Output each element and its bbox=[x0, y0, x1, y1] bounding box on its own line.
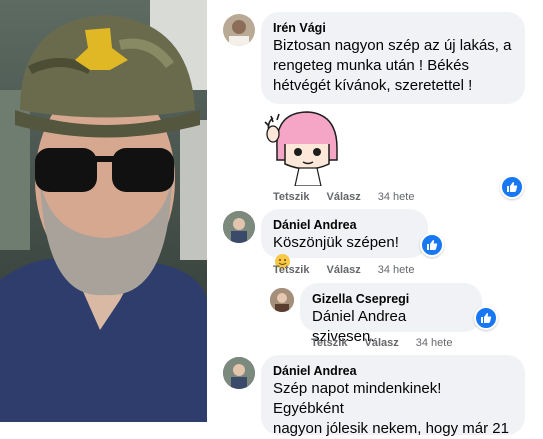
comment-author[interactable]: Gizella Csepregi bbox=[312, 291, 470, 307]
like-reaction-badge[interactable] bbox=[500, 175, 524, 199]
man-with-cap-photo bbox=[0, 0, 207, 422]
reply-link[interactable]: Válasz bbox=[364, 337, 398, 349]
waving-girl-sticker[interactable] bbox=[263, 104, 343, 187]
comment-bubble: Gizella Csepregi Dániel Andrea szivesen. bbox=[300, 283, 482, 345]
thumbs-up-icon bbox=[507, 182, 518, 192]
avatar-image bbox=[270, 288, 294, 312]
comment-actions: Tetszik Válasz 34 hete bbox=[273, 264, 414, 276]
comment-time[interactable]: 34 hete bbox=[378, 264, 415, 276]
reply-link[interactable]: Válasz bbox=[326, 264, 360, 276]
profile-photo[interactable] bbox=[0, 0, 207, 422]
thumbs-up-icon bbox=[427, 240, 438, 250]
comment-bubble: Dániel Andrea Szép napot mindenkinek! Eg… bbox=[261, 355, 525, 437]
avatar-image bbox=[223, 357, 255, 389]
comment-author[interactable]: Dániel Andrea bbox=[273, 217, 416, 233]
avatar[interactable] bbox=[223, 211, 255, 243]
comment-actions: Tetszik Válasz 34 hete bbox=[311, 337, 452, 349]
avatar[interactable] bbox=[223, 14, 255, 46]
comment-bubble: Dániel Andrea Köszönjük szépen! bbox=[261, 209, 428, 269]
comment-author[interactable]: Dániel Andrea bbox=[273, 363, 513, 379]
comment-bubble: Irén Vági Biztosan nagyon szép az új lak… bbox=[261, 12, 525, 104]
mention-link[interactable]: Dániel Andrea bbox=[312, 308, 406, 325]
comment-time[interactable]: 34 hete bbox=[378, 191, 415, 203]
thumbs-up-icon bbox=[481, 313, 492, 323]
like-link[interactable]: Tetszik bbox=[311, 337, 347, 349]
like-reaction-badge[interactable] bbox=[420, 233, 444, 257]
like-reaction-badge[interactable] bbox=[474, 306, 498, 330]
comment-author[interactable]: Irén Vági bbox=[273, 20, 513, 36]
comment-actions: Tetszik Válasz 34 hete bbox=[273, 191, 414, 203]
avatar[interactable] bbox=[223, 357, 255, 389]
avatar-image bbox=[229, 20, 249, 46]
like-link[interactable]: Tetszik bbox=[273, 264, 309, 276]
comment-text: Szép napot mindenkinek! Egyébként nagyon… bbox=[273, 380, 509, 437]
like-link[interactable]: Tetszik bbox=[273, 191, 309, 203]
reply-link[interactable]: Válasz bbox=[326, 191, 360, 203]
comment-text: Biztosan nagyon szép az új lakás, a reng… bbox=[273, 37, 512, 94]
comment-time[interactable]: 34 hete bbox=[416, 337, 453, 349]
avatar[interactable] bbox=[270, 288, 294, 312]
avatar-image bbox=[223, 211, 255, 243]
sticker-image bbox=[264, 111, 338, 187]
